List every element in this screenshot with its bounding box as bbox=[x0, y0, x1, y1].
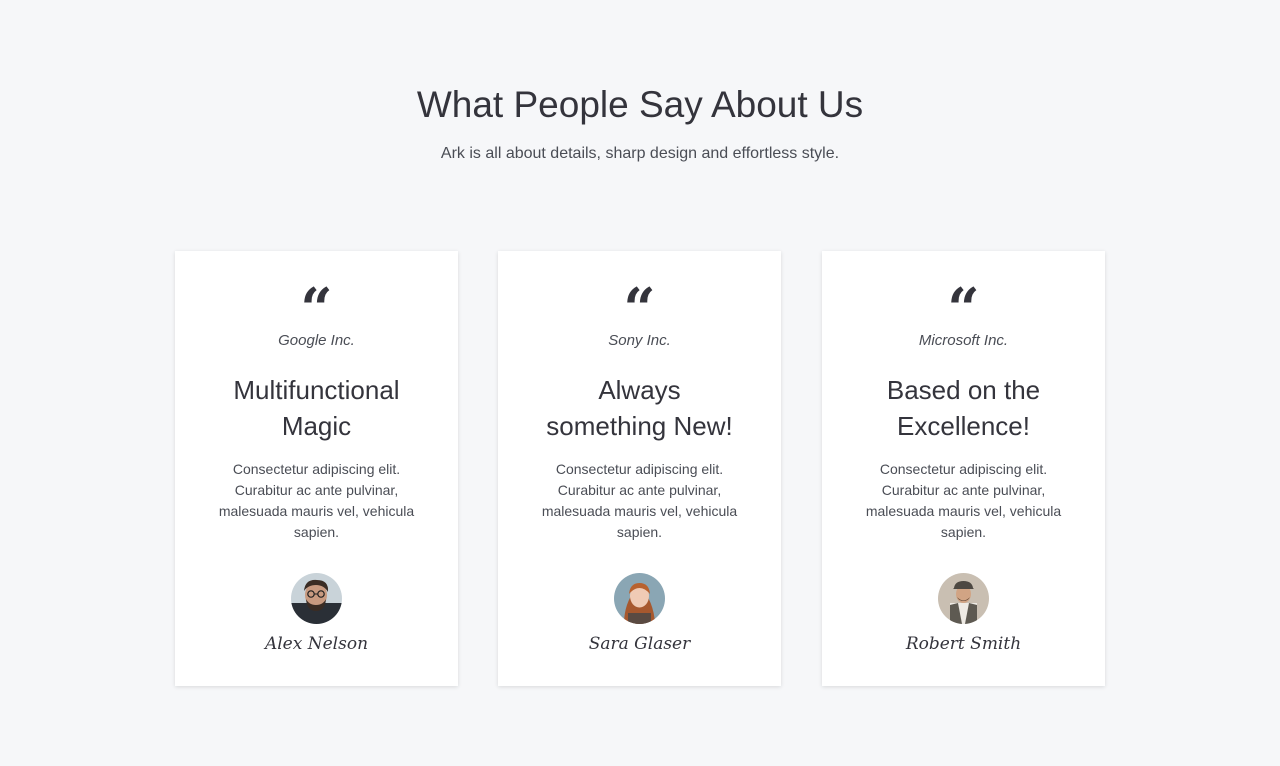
section-subtitle: Ark is all about details, sharp design a… bbox=[440, 145, 840, 162]
testimonial-text: Consectetur adipiscing elit. Curabitur a… bbox=[865, 461, 1062, 540]
quote-open-icon: “ bbox=[623, 276, 656, 342]
testimonial-heading: Always something New! bbox=[546, 375, 733, 441]
person-name: Robert Smith bbox=[905, 634, 1022, 654]
avatar bbox=[938, 573, 989, 624]
avatar bbox=[291, 573, 342, 624]
testimonial-heading: Multifunctional Magic bbox=[233, 375, 400, 441]
section-title: What People Say About Us bbox=[416, 84, 864, 125]
person-name: Sara Glaser bbox=[588, 634, 691, 654]
company-name: Google Inc. bbox=[278, 332, 355, 349]
testimonial-card: “ Google Inc. Multifunctional Magic Cons… bbox=[175, 251, 458, 686]
testimonial-card: “ Microsoft Inc. Based on the Excellence… bbox=[822, 251, 1105, 686]
testimonial-heading: Based on the Excellence! bbox=[886, 375, 1041, 441]
person-name: Alex Nelson bbox=[264, 634, 369, 654]
testimonial-card: “ Sony Inc. Always something New! Consec… bbox=[498, 251, 781, 686]
testimonial-text: Consectetur adipiscing elit. Curabitur a… bbox=[541, 461, 738, 540]
company-name: Microsoft Inc. bbox=[918, 332, 1009, 349]
quote-open-icon: “ bbox=[947, 276, 980, 342]
testimonials-list: “ Google Inc. Multifunctional Magic Cons… bbox=[175, 251, 1105, 686]
avatar bbox=[614, 573, 665, 624]
company-name: Sony Inc. bbox=[608, 332, 671, 349]
testimonial-text: Consectetur adipiscing elit. Curabitur a… bbox=[218, 461, 415, 540]
quote-open-icon: “ bbox=[300, 276, 333, 342]
